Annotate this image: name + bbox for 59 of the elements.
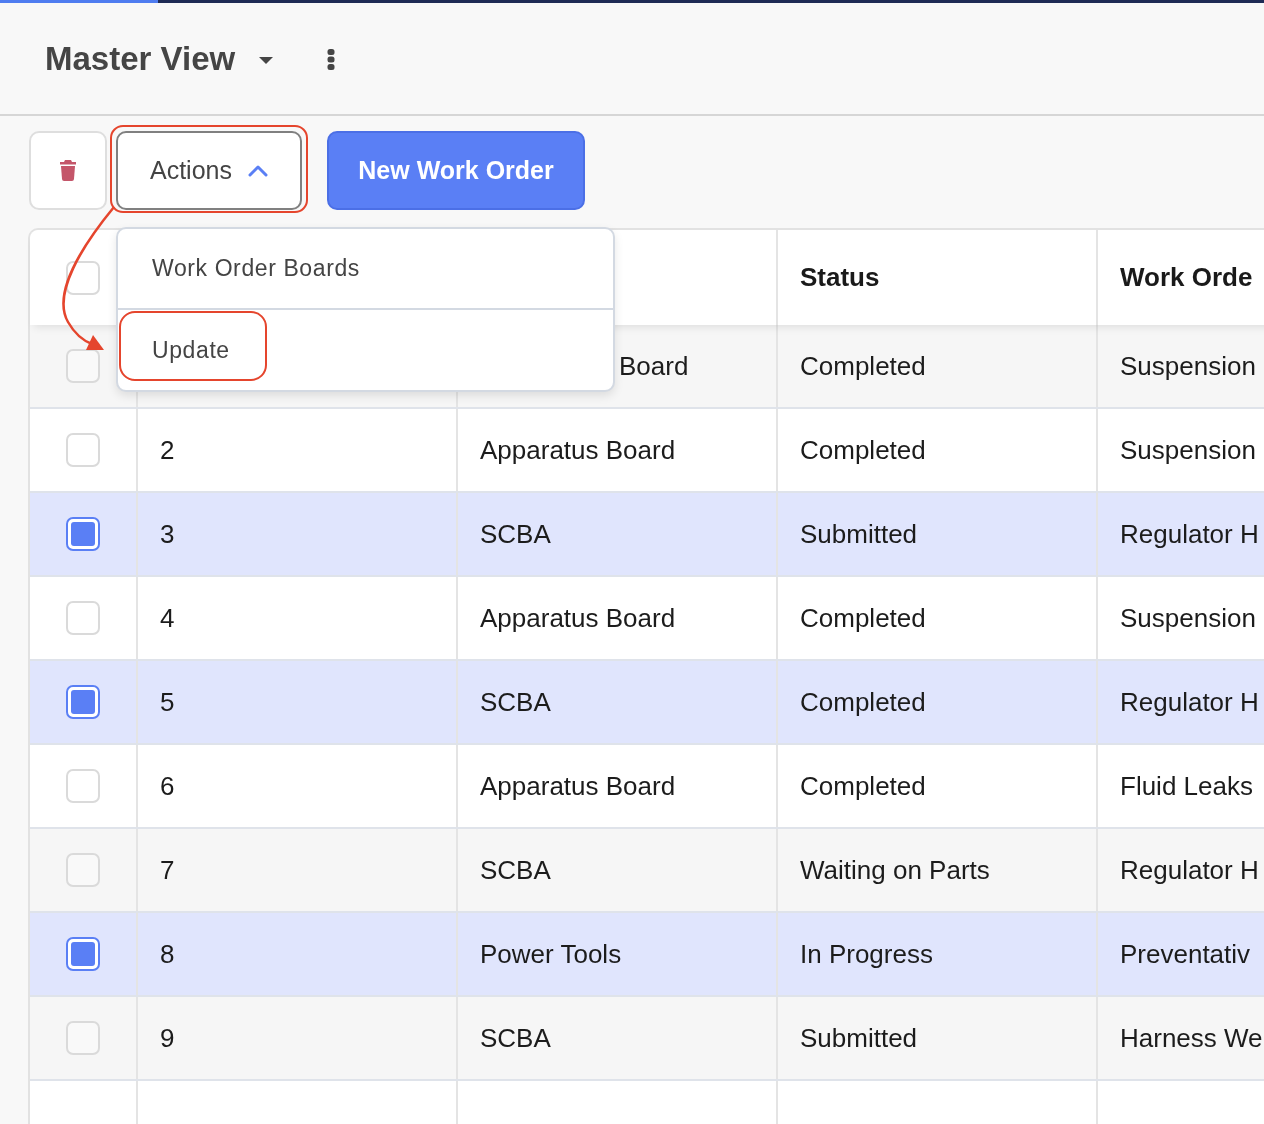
table-cell: 5 [160, 686, 175, 718]
delete-button[interactable] [29, 131, 107, 210]
column-header[interactable]: Status [800, 262, 880, 293]
table-row[interactable]: 3 SCBA Submitted Regulator H [30, 493, 1264, 577]
table-cell: SCBA [480, 854, 551, 886]
more-options-icon[interactable] [327, 49, 336, 70]
new-work-order-button[interactable]: New Work Order [327, 131, 585, 210]
table-row[interactable]: 9 SCBA Submitted Harness We [30, 997, 1264, 1081]
caret-up-icon [248, 164, 268, 177]
table-cell: Regulator H [1120, 854, 1259, 886]
table-cell: Apparatus Board [480, 434, 676, 466]
table-cell: Apparatus Board [480, 770, 676, 802]
table-cell: SCBA [480, 686, 551, 718]
table-row[interactable]: 8 Power Tools In Progress Preventativ [30, 913, 1264, 997]
table-cell: 2 [160, 434, 175, 466]
table-cell: 3 [160, 518, 175, 550]
menu-item[interactable]: Work Order Boards [152, 255, 360, 282]
table-row[interactable]: 4 Apparatus Board Completed Suspension [30, 577, 1264, 661]
table-cell: Board [619, 350, 689, 382]
row-checkbox[interactable] [66, 685, 100, 719]
trash-icon [60, 160, 76, 181]
table-cell: 7 [160, 854, 175, 886]
table-row[interactable]: 5 SCBA Completed Regulator H [30, 661, 1264, 745]
table-cell: Preventativ [1120, 938, 1251, 970]
table-cell: Suspension [1120, 602, 1256, 634]
table-row[interactable]: 7 SCBA Waiting on Parts Regulator H [30, 829, 1264, 913]
table-cell: Completed [800, 602, 926, 634]
table-cell: Completed [800, 434, 926, 466]
table-cell: Completed [800, 350, 926, 382]
row-checkbox[interactable] [66, 517, 100, 551]
row-checkbox[interactable] [66, 937, 100, 971]
table-cell: SCBA [480, 518, 551, 550]
table-cell: Submitted [800, 1022, 918, 1054]
actions-button[interactable]: Actions [116, 131, 302, 210]
table-row[interactable]: 6 Apparatus Board Completed Fluid Leaks [30, 745, 1264, 829]
table-cell: Harness We [1120, 1022, 1263, 1054]
menu-item[interactable]: Update [152, 336, 230, 364]
table-cell: SCBA [480, 1022, 551, 1054]
caret-down-icon [259, 56, 274, 64]
table-cell: Suspension [1120, 350, 1256, 382]
column-header[interactable]: Work Orde [1120, 262, 1253, 293]
select-all-checkbox[interactable] [66, 260, 100, 295]
table-cell: Fluid Leaks [1120, 770, 1253, 802]
table-cell: Completed [800, 686, 926, 718]
table-cell: 6 [160, 770, 175, 802]
table-cell: Power Tools [480, 938, 622, 970]
table-cell: Waiting on Parts [800, 854, 990, 886]
table-cell: Regulator H [1120, 518, 1259, 550]
table-cell: Regulator H [1120, 686, 1259, 718]
view-selector[interactable]: Master View [45, 39, 274, 78]
table-cell: In Progress [800, 938, 933, 970]
table-cell: Suspension [1120, 434, 1256, 466]
table-cell: Submitted [800, 518, 918, 550]
table-row[interactable]: 2 Apparatus Board Completed Suspension [30, 409, 1264, 493]
table-cell: Apparatus Board [480, 602, 676, 634]
table-cell: 8 [160, 938, 175, 970]
table-cell: Completed [800, 770, 926, 802]
table-cell: 9 [160, 1022, 175, 1054]
table-cell: 4 [160, 602, 175, 634]
